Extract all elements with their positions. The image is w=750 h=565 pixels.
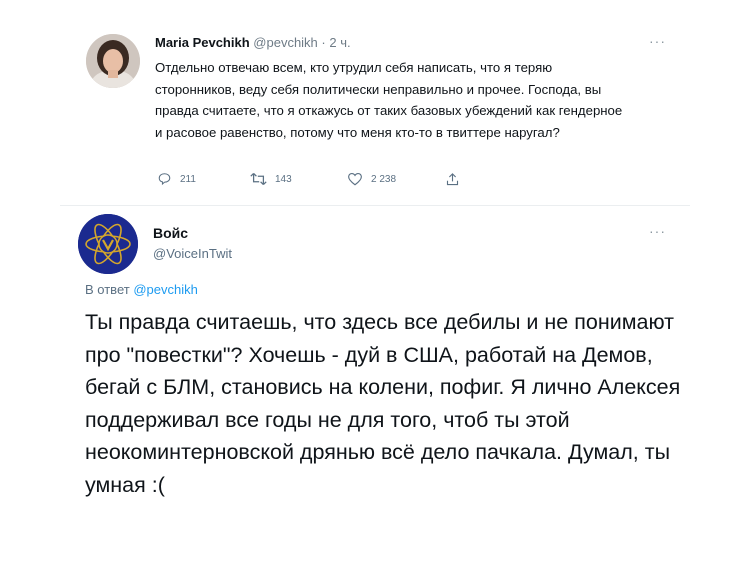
like-count: 2 238 (371, 173, 397, 185)
tweet1-author-name[interactable]: Maria Pevchikh (155, 35, 250, 50)
tweet2-more-icon[interactable]: ··· (649, 223, 666, 239)
avatar-voice[interactable] (78, 214, 138, 274)
tweet1-text: Отдельно отвечаю всем, кто утрудил себя … (155, 60, 623, 140)
tweet-divider (60, 205, 690, 206)
tweet1-author-line: Maria Pevchikh @pevchikh · 2 ч. (155, 35, 351, 50)
avatar-maria[interactable] (86, 34, 140, 88)
like-button[interactable]: 2 238 (347, 172, 396, 186)
tweet2-author-handle[interactable]: @VoiceInTwit (153, 246, 232, 261)
retweet-icon (250, 172, 267, 186)
reply-prefix: В ответ (85, 282, 130, 297)
reply-to-link[interactable]: @pevchikh (133, 282, 198, 297)
reply-icon (158, 173, 171, 186)
reply-context: В ответ @pevchikh (85, 282, 198, 297)
retweet-button[interactable]: 143 (250, 172, 292, 186)
tweet1-author-handle[interactable]: @pevchikh (253, 35, 318, 50)
tweet1-more-icon[interactable]: ··· (649, 33, 666, 49)
reply-button[interactable]: 211 (157, 172, 196, 186)
heart-icon (348, 173, 362, 186)
reply-count: 211 (180, 173, 196, 185)
share-button[interactable] (445, 172, 468, 187)
tweet2-text: Ты правда считаешь, что здесь все дебилы… (85, 310, 681, 497)
tweet1-time[interactable]: · 2 ч. (321, 35, 350, 50)
retweet-count: 143 (275, 173, 292, 185)
share-icon (446, 173, 459, 186)
tweet2-author-name[interactable]: Войс (153, 225, 188, 241)
